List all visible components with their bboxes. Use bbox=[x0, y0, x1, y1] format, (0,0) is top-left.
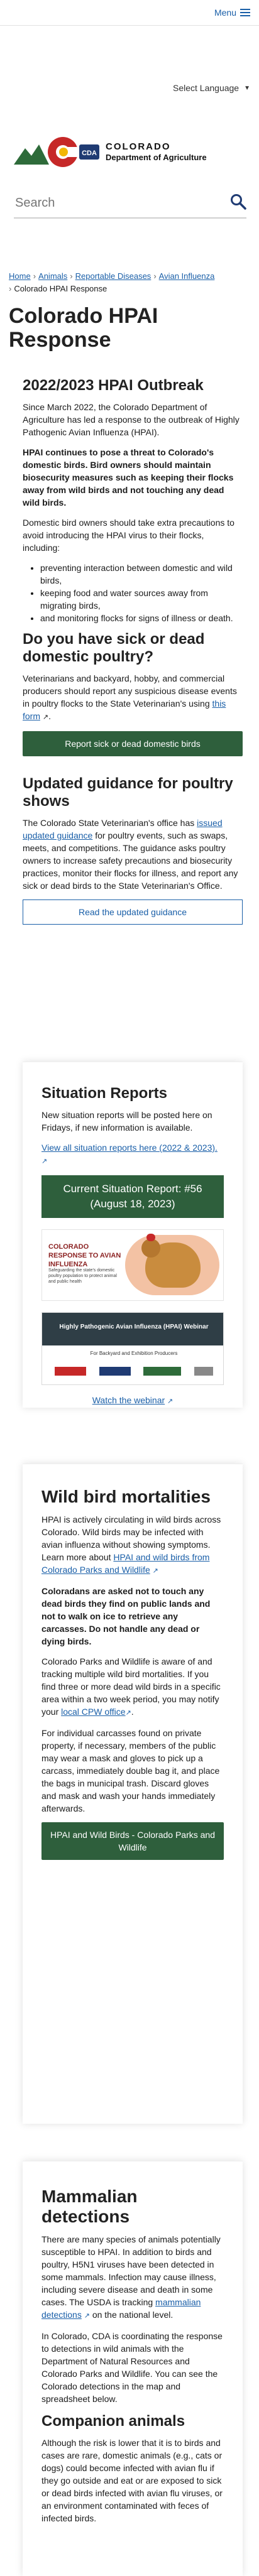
current-report-button[interactable]: Current Situation Report: #56 (August 18… bbox=[41, 1175, 224, 1218]
mammals-text: There are many species of animals potent… bbox=[41, 2234, 221, 2320]
site-logo[interactable]: CDA COLORADO Department of Agriculture bbox=[14, 133, 207, 171]
guidance-text: The Colorado State Veterinarian's office… bbox=[23, 818, 238, 891]
language-select[interactable]: Select Language ▼ bbox=[173, 83, 250, 93]
list-item: keeping food and water sources away from… bbox=[40, 587, 243, 612]
sick-birds-text: Veterinarians and backyard, hobby, and c… bbox=[23, 673, 237, 721]
external-link-icon: ↗ bbox=[125, 1709, 131, 1717]
mammals-card: Mammalian detections There are many spec… bbox=[23, 2161, 243, 2576]
colorado-c-logo-icon: CDA bbox=[14, 133, 101, 171]
menu-label: Menu bbox=[214, 8, 236, 18]
avian-influenza-response-image[interactable]: COLORADO RESPONSE TO AVIAN INFLUENZA Saf… bbox=[41, 1229, 224, 1301]
svg-text:CDA: CDA bbox=[82, 149, 97, 157]
local-cpw-office-link[interactable]: local CPW office bbox=[61, 1707, 125, 1717]
search-bar bbox=[14, 188, 246, 219]
partner-logos bbox=[48, 1364, 219, 1378]
situation-text: New situation reports will be posted her… bbox=[41, 1110, 212, 1133]
search-input[interactable] bbox=[14, 195, 230, 211]
list-item: and monitoring flocks for signs of illne… bbox=[40, 612, 243, 624]
read-guidance-button[interactable]: Read the updated guidance bbox=[23, 899, 243, 925]
cpw-wild-birds-button[interactable]: HPAI and Wild Birds - Colorado Parks and… bbox=[41, 1822, 224, 1860]
wild-birds-text: HPAI is actively circulating in wild bir… bbox=[41, 1514, 221, 1575]
mammals-colorado: In Colorado, CDA is coordinating the res… bbox=[41, 2331, 223, 2404]
sick-birds-heading: Do you have sick or dead domestic poultr… bbox=[23, 631, 205, 665]
language-label: Select Language bbox=[173, 83, 240, 93]
precautions-list: preventing interaction between domestic … bbox=[23, 562, 243, 624]
promo-subtitle: Safeguarding the state's domestic poultr… bbox=[48, 1268, 117, 1284]
breadcrumb-current: Colorado HPAI Response bbox=[14, 284, 107, 293]
external-link-icon: ↗ bbox=[41, 1158, 48, 1165]
wild-birds-carcass: For individual carcasses found on privat… bbox=[41, 1728, 220, 1813]
situation-heading: Situation Reports bbox=[41, 1085, 168, 1102]
all-reports-link[interactable]: View all situation reports here (2022 & … bbox=[41, 1143, 218, 1153]
report-sick-birds-button[interactable]: Report sick or dead domestic birds bbox=[23, 731, 243, 756]
external-link-icon: ↗ bbox=[152, 1567, 158, 1575]
breadcrumb-reportable-diseases[interactable]: Reportable Diseases bbox=[75, 271, 152, 281]
main-content: 2022/2023 HPAI Outbreak Since March 2022… bbox=[23, 377, 243, 925]
wild-birds-tracking: Colorado Parks and Wildlife is aware of … bbox=[41, 1656, 221, 1717]
promo-title: COLORADO RESPONSE TO AVIAN INFLUENZA bbox=[48, 1243, 121, 1268]
companion-text: Although the risk is lower that it is to… bbox=[41, 2438, 223, 2523]
chevron-down-icon: ▼ bbox=[244, 84, 250, 92]
menu-button[interactable]: Menu bbox=[214, 8, 250, 18]
wild-birds-card: Wild bird mortalities HPAI is actively c… bbox=[23, 1464, 243, 2124]
breadcrumb: Home › Animals › Reportable Diseases › Avian I… bbox=[9, 271, 215, 293]
guidance-heading: Updated guidance for poultry shows bbox=[23, 775, 233, 810]
logo-line1: COLORADO bbox=[106, 141, 171, 153]
situation-reports-card: Situation Reports New situation reports … bbox=[23, 1062, 243, 1408]
outbreak-warning: HPAI continues to pose a threat to Color… bbox=[23, 447, 234, 508]
breadcrumb-avian-influenza[interactable]: Avian Influenza bbox=[159, 271, 215, 281]
wild-birds-warning: Coloradans are asked not to touch any de… bbox=[41, 1586, 211, 1646]
webinar-image[interactable]: Highly Pathogenic Avian Influenza (HPAI)… bbox=[41, 1312, 224, 1385]
external-link-icon: ↗ bbox=[42, 714, 49, 721]
wild-birds-heading: Wild bird mortalities bbox=[41, 1487, 211, 1506]
mammals-heading: Mammalian detections bbox=[41, 2187, 138, 2226]
breadcrumb-animals[interactable]: Animals bbox=[38, 271, 67, 281]
breadcrumb-home[interactable]: Home bbox=[9, 271, 31, 281]
companion-heading: Companion animals bbox=[41, 2413, 185, 2430]
webinar-subtitle: For Backyard and Exhibition Producers bbox=[90, 1350, 178, 1356]
outbreak-heading: 2022/2023 HPAI Outbreak bbox=[23, 377, 204, 394]
outbreak-intro: Since March 2022, the Colorado Departmen… bbox=[23, 402, 240, 437]
list-item: preventing interaction between domestic … bbox=[40, 562, 243, 587]
external-link-icon: ↗ bbox=[84, 2312, 90, 2320]
page-title: Colorado HPAI Response bbox=[9, 304, 158, 352]
webinar-title: Highly Pathogenic Avian Influenza (HPAI)… bbox=[59, 1323, 209, 1330]
top-bar: Menu bbox=[0, 0, 259, 26]
outbreak-precautions: Domestic bird owners should take extra p… bbox=[23, 518, 234, 553]
external-link-icon: ↗ bbox=[167, 1398, 174, 1405]
search-icon[interactable] bbox=[230, 193, 246, 213]
watch-webinar-link[interactable]: Watch the webinar bbox=[92, 1395, 165, 1405]
logo-line2: Department of Agriculture bbox=[106, 153, 207, 163]
hamburger-icon bbox=[240, 9, 250, 16]
